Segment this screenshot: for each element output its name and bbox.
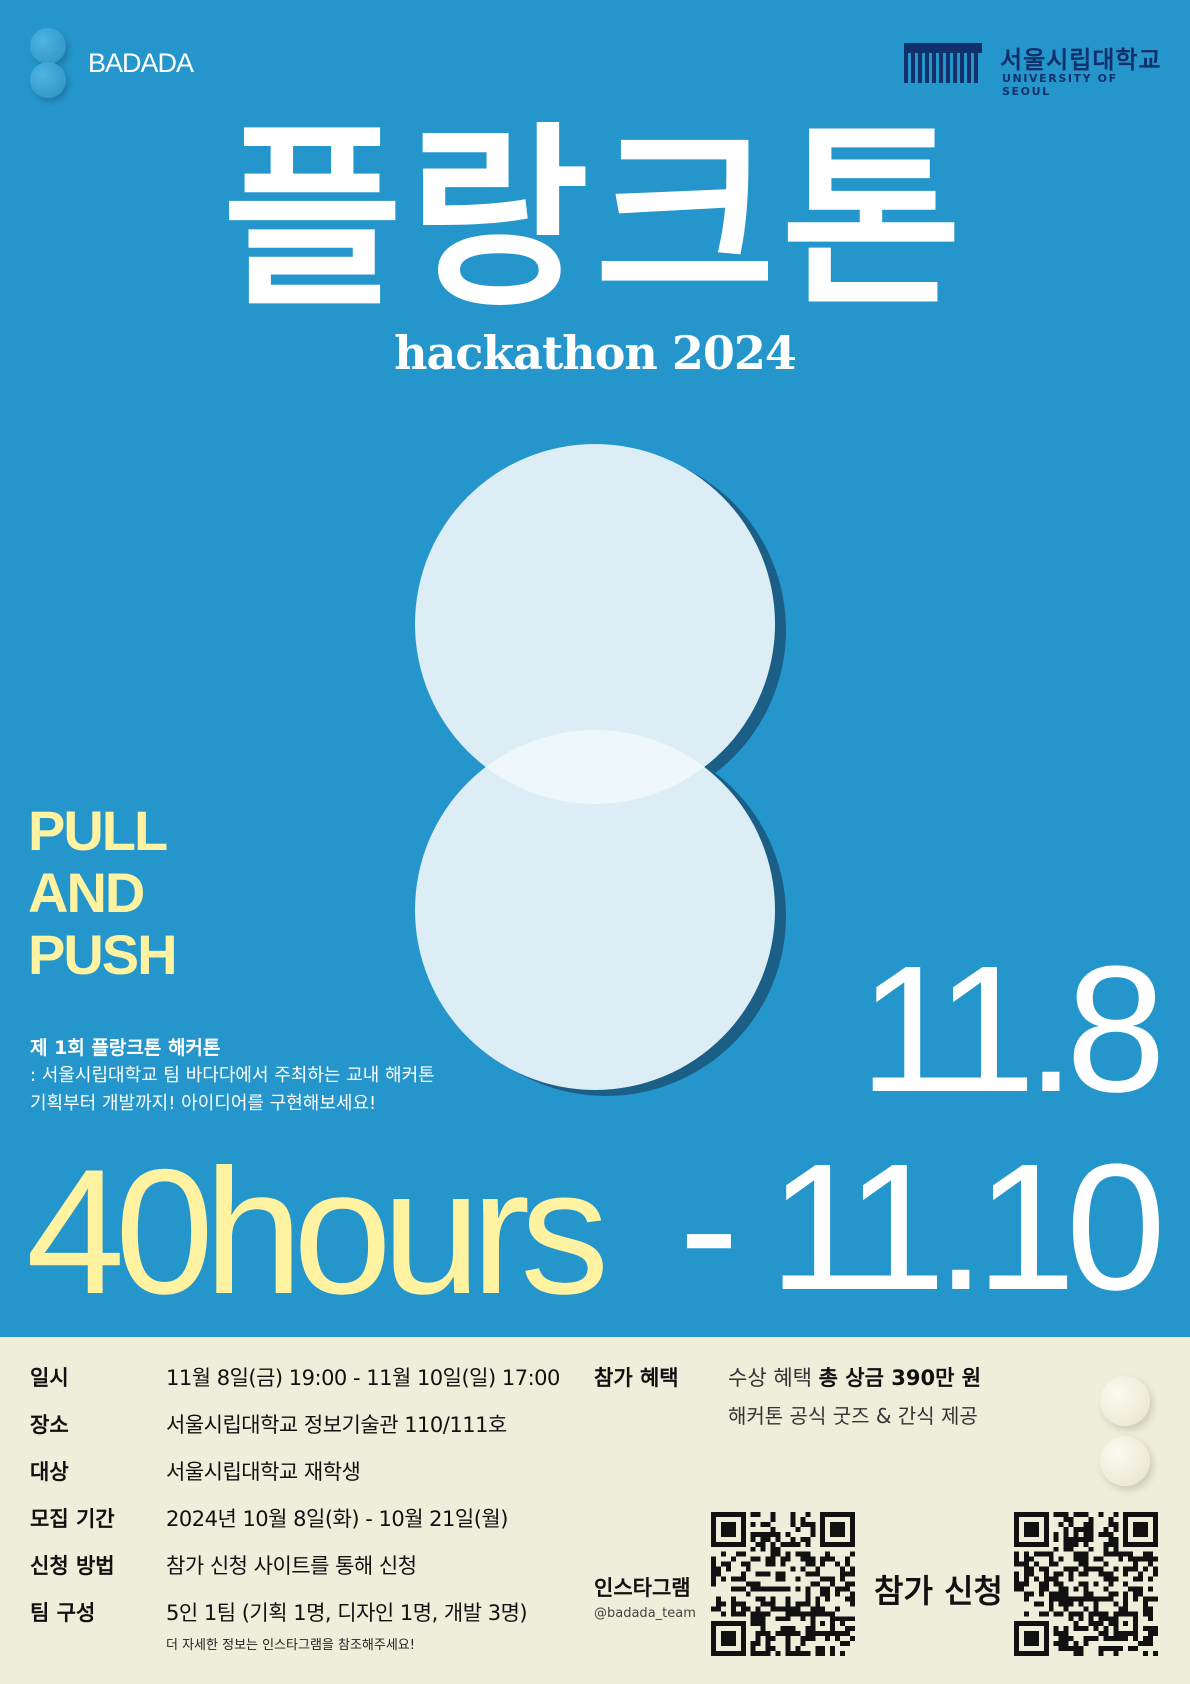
description-line-2: 기획부터 개발까지! 아이디어를 구현해보세요! <box>30 1093 377 1114</box>
apply-qr-code-icon[interactable] <box>1014 1512 1158 1656</box>
benefits-prize-amount: 총 상금 390만 원 <box>818 1366 982 1390</box>
end-date: - 11.10 <box>678 1127 1166 1328</box>
start-date: 11.8 <box>859 929 1166 1130</box>
benefits-goods: 해커톤 공식 굿즈 & 간식 제공 <box>728 1404 978 1428</box>
info-label: 팀 구성 <box>30 1601 96 1625</box>
cream-dots-icon <box>1100 1376 1160 1496</box>
instagram-handle[interactable]: @badada_team <box>594 1606 696 1621</box>
info-table: 일시 11월 8일(금) 19:00 - 11월 10일(일) 17:00 장소… <box>30 1362 590 1644</box>
info-row: 모집 기간 2024년 10월 8일(화) - 10월 21일(월) <box>30 1503 590 1550</box>
apply-label: 참가 신청 <box>874 1572 1003 1610</box>
instagram-label: 인스타그램 <box>594 1576 691 1600</box>
university-logo: 서울시립대학교 UNIVERSITY OF SEOUL <box>904 40 1164 98</box>
slogan-line-2: AND <box>28 861 145 924</box>
info-value: 5인 1팀 (기획 1명, 디자인 1명, 개발 3명) <box>166 1601 528 1625</box>
figure-eight-circles <box>415 444 786 1096</box>
info-row: 일시 11월 8일(금) 19:00 - 11월 10일(일) 17:00 <box>30 1362 590 1409</box>
info-label: 일시 <box>30 1366 69 1390</box>
info-row: 대상 서울시립대학교 재학생 <box>30 1456 590 1503</box>
brand-dots-icon <box>30 28 70 100</box>
slogan-line-1: PULL <box>28 799 168 862</box>
info-label: 모집 기간 <box>30 1507 115 1531</box>
benefits-prize-prefix: 수상 혜택 <box>728 1366 812 1390</box>
slogan: PULL AND PUSH <box>28 799 178 986</box>
info-value: 11월 8일(금) 19:00 - 11월 10일(일) 17:00 <box>166 1366 560 1390</box>
event-title: 플랑크톤 <box>222 106 968 334</box>
benefits-prize: 수상 혜택 총 상금 390만 원 <box>728 1362 981 1392</box>
university-name-korean: 서울시립대학교 <box>1000 46 1162 74</box>
description-line-1: : 서울시립대학교 팀 바다다에서 주최하는 교내 해커톤 <box>30 1065 435 1086</box>
info-label: 신청 방법 <box>30 1554 115 1578</box>
instagram-qr-code-icon[interactable] <box>711 1512 855 1656</box>
university-name-english: UNIVERSITY OF SEOUL <box>1002 72 1118 98</box>
description-title: 제 1회 플랑크톤 해커톤 <box>30 1037 221 1059</box>
info-value: 서울시립대학교 정보기술관 110/111호 <box>166 1413 507 1437</box>
info-row: 장소 서울시립대학교 정보기술관 110/111호 <box>30 1409 590 1456</box>
duration: 40hours <box>26 1132 609 1331</box>
info-label: 대상 <box>30 1460 69 1484</box>
info-row: 신청 방법 참가 신청 사이트를 통해 신청 <box>30 1550 590 1597</box>
event-description: 제 1회 플랑크톤 해커톤 : 서울시립대학교 팀 바다다에서 주최하는 교내 … <box>30 1034 435 1118</box>
event-subtitle: hackathon 2024 <box>394 326 797 380</box>
benefits-label: 참가 혜택 <box>594 1366 679 1390</box>
info-value: 서울시립대학교 재학생 <box>166 1460 361 1484</box>
info-value: 참가 신청 사이트를 통해 신청 <box>166 1554 417 1578</box>
poster-top-section: BADADA 서울시립대학교 UNIVERSITY OF SEOUL 플랑크톤 … <box>0 0 1190 1337</box>
university-emblem-icon <box>904 43 984 83</box>
brand-name: BADADA <box>88 48 194 78</box>
info-note: 더 자세한 정보는 인스타그램을 참조해주세요! <box>166 1638 415 1653</box>
info-label: 장소 <box>30 1413 69 1437</box>
slogan-line-3: PUSH <box>28 923 178 986</box>
info-value: 2024년 10월 8일(화) - 10월 21일(월) <box>166 1507 508 1531</box>
